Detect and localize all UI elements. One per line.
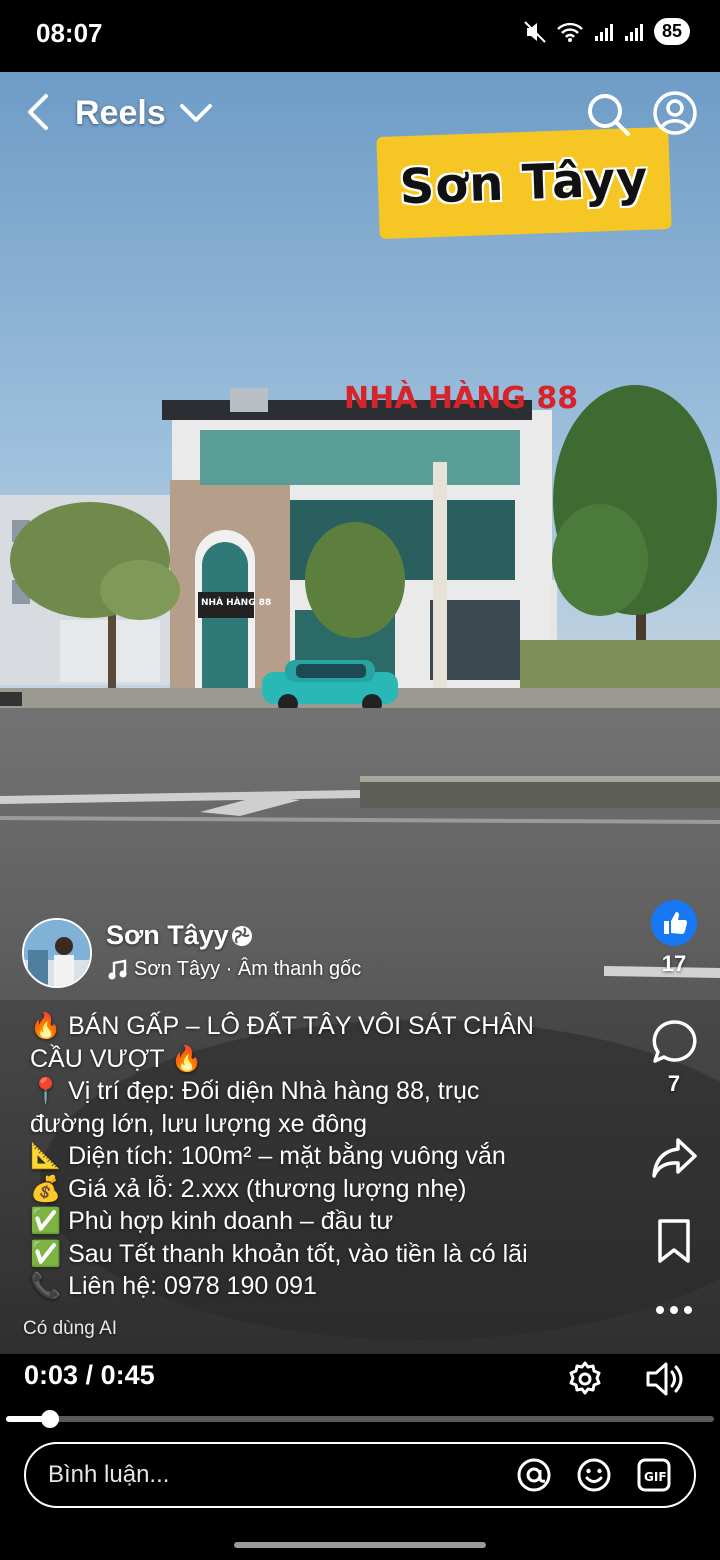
overlay-text: Sơn Tâyy [398, 150, 650, 216]
progress-bar[interactable] [6, 1410, 714, 1428]
svg-text:GIF: GIF [644, 1470, 667, 1484]
comment-count: 7 [667, 1071, 681, 1096]
duration: 0:45 [100, 1360, 155, 1390]
like-icon [651, 900, 697, 946]
reels-header: Reels [0, 74, 720, 154]
save-button[interactable] [644, 1218, 704, 1269]
chevron-left-icon[interactable] [24, 92, 52, 132]
more-button[interactable] [644, 1300, 704, 1325]
comment-button[interactable]: 7 [644, 1018, 704, 1097]
mute-icon [524, 20, 546, 43]
ai-label: Có dùng AI [23, 1318, 118, 1339]
status-bar: 08:07 85 [0, 0, 720, 72]
avatar-image [24, 920, 90, 986]
player-controls: 0:03 / 0:45 Bình luận... GIF [0, 1354, 720, 1560]
avatar[interactable] [22, 918, 92, 988]
progress-handle[interactable] [40, 1410, 59, 1428]
caption-line: 📍 Vị trí đẹp: Đối diện Nhà hàng 88, trục [30, 1077, 480, 1105]
current-time: 0:03 [24, 1360, 79, 1390]
time-display: 0:03 / 0:45 [24, 1360, 155, 1391]
profile-icon[interactable] [652, 90, 698, 136]
time-separator: / [78, 1360, 101, 1390]
volume-icon[interactable] [644, 1360, 684, 1398]
door-sign: NHÀ HÀNG 88 [201, 596, 271, 608]
emoji-icon[interactable] [576, 1457, 612, 1493]
author-name[interactable]: Sơn Tâyy [106, 920, 229, 951]
post-caption[interactable]: 🔥 BÁN GẤP – LÔ ĐẤT TÂY VÔI SÁT CHÂN CẦU … [30, 1010, 620, 1303]
wifi-icon [557, 22, 583, 42]
gif-icon[interactable]: GIF [636, 1457, 672, 1493]
comment-placeholder: Bình luận... [48, 1461, 170, 1488]
reels-title[interactable]: Reels [75, 94, 166, 133]
caption-line: đường lớn, lưu lượng xe đông [30, 1109, 368, 1138]
share-button[interactable] [644, 1136, 704, 1185]
caption-line: 📐 Diện tích: 100m² – mặt bằng vuông vắn [30, 1142, 506, 1170]
signal-icon [624, 23, 643, 41]
comment-input[interactable]: Bình luận... GIF [24, 1442, 696, 1508]
caption-line: ✅ Phù hợp kinh doanh – đầu tư [30, 1207, 394, 1235]
battery-level: 85 [653, 18, 690, 45]
gear-icon[interactable] [566, 1360, 604, 1398]
share-icon [652, 1138, 697, 1178]
restaurant-sign: NHÀ HÀNG 88 [344, 380, 578, 416]
caption-line: ✅ Sau Tết thanh khoản tốt, vào tiền là c… [30, 1239, 528, 1268]
audio-info[interactable]: Sơn Tâyy · Âm thanh gốc [106, 958, 361, 981]
status-time: 08:07 [36, 18, 103, 48]
globe-icon [232, 926, 252, 946]
caption-line: 🔥 BÁN GẤP – LÔ ĐẤT TÂY VÔI SÁT CHÂN [30, 1012, 534, 1040]
caption-line: 📞 Liên hệ: 0978 190 091 [30, 1272, 317, 1300]
mention-icon[interactable] [516, 1457, 552, 1493]
like-count: 17 [661, 951, 687, 976]
more-icon [656, 1306, 692, 1314]
music-note-icon [108, 959, 127, 979]
caption-line: 💰 Giá xả lỗ: 2.xxx (thương lượng nhẹ) [30, 1174, 467, 1203]
audio-label: Sơn Tâyy · Âm thanh gốc [134, 958, 362, 980]
bookmark-icon [658, 1219, 690, 1263]
search-icon[interactable] [584, 90, 632, 138]
caption-line: CẦU VƯỢT 🔥 [30, 1044, 203, 1073]
comment-icon [652, 1020, 697, 1063]
like-button[interactable]: 17 [644, 900, 704, 977]
signal-icon [594, 23, 613, 41]
home-indicator [234, 1542, 486, 1548]
chevron-down-icon[interactable] [178, 96, 214, 128]
